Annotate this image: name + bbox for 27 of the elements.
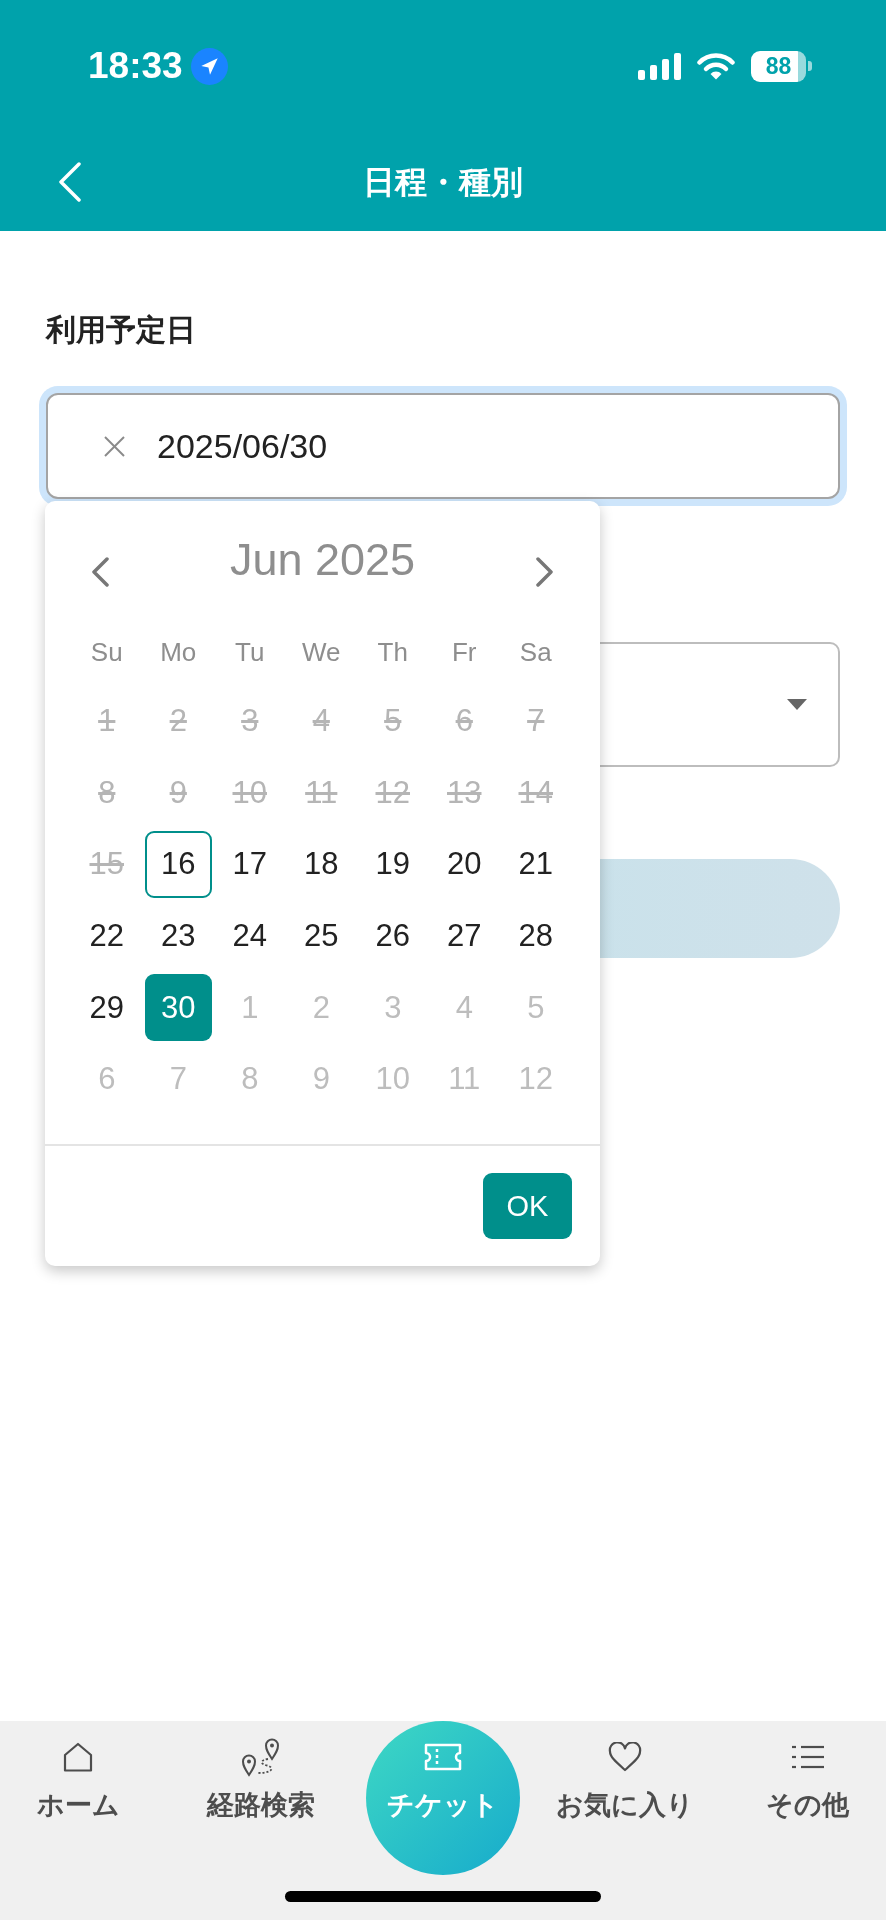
weekday-label: Tu [235,636,265,668]
calendar-day: 14 [502,759,570,827]
calendar-day: 4 [287,687,355,755]
calendar-day: 11 [287,759,355,827]
field-label: 利用予定日 [46,312,196,348]
calendar-day: 7 [502,687,570,755]
calendar-day: 13 [430,759,498,827]
calendar-day: 1 [73,687,141,755]
calendar-day: 15 [73,830,141,898]
calendar-day: 10 [216,759,284,827]
calendar-day: 5 [359,687,427,755]
calendar-day: 9 [144,759,212,827]
battery-indicator: 88 [751,50,812,82]
calendar-day: 2 [144,687,212,755]
calendar-day: 12 [359,759,427,827]
weekday-label: Su [90,636,123,668]
calendar-day: 6 [430,687,498,755]
calendar-day: 8 [73,759,141,827]
month-title: Jun 2025 [229,534,416,586]
weekday-label: Mo [160,636,197,668]
status-time: 18:33 [88,44,183,88]
weekday-label: Th [377,636,408,668]
weekday-label: Fr [451,636,477,668]
weekday-label: We [302,636,341,668]
calendar-day: 3 [216,687,284,755]
page-title: 日程・種別 [363,162,523,202]
weekday-label: Sa [519,636,552,668]
